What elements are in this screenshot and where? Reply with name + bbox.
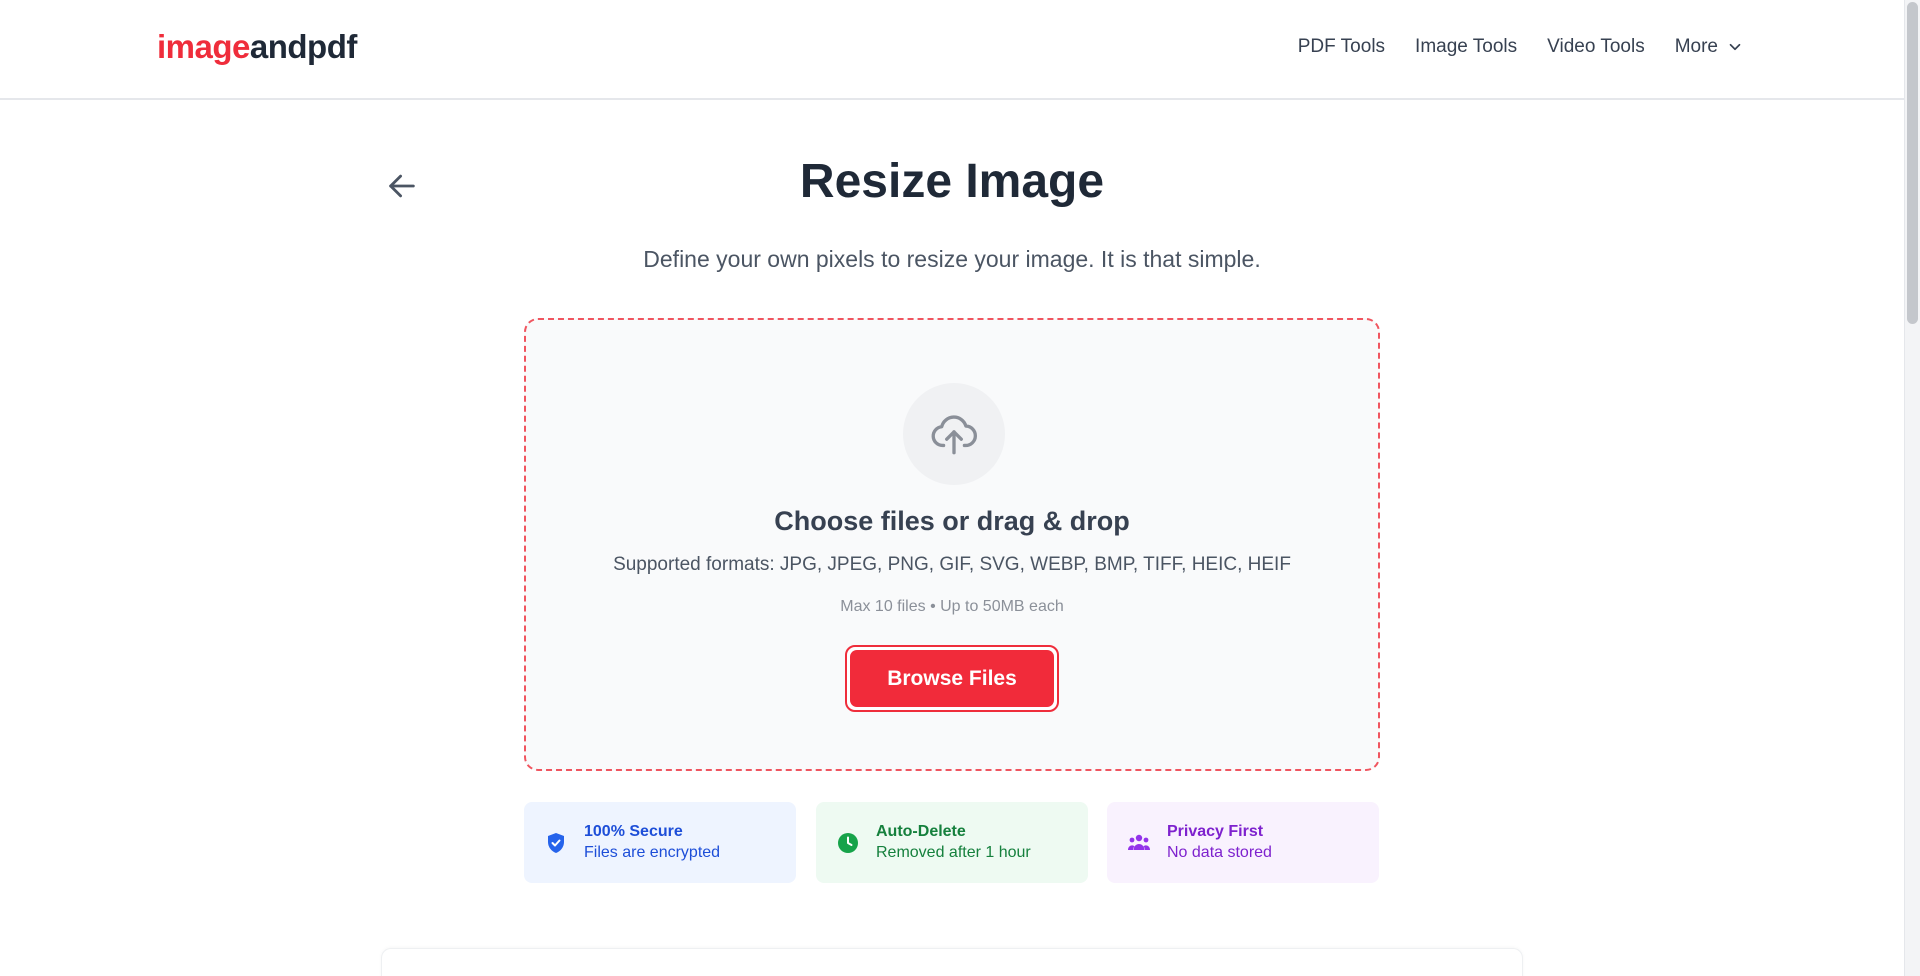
feature-privacy-desc: No data stored <box>1167 844 1272 861</box>
vertical-scrollbar[interactable] <box>1904 0 1920 976</box>
nav-video-tools[interactable]: Video Tools <box>1547 36 1645 58</box>
content-panel-edge <box>381 948 1523 976</box>
feature-auto-delete-desc: Removed after 1 hour <box>876 844 1031 861</box>
chevron-down-icon <box>1729 43 1741 51</box>
nav-pdf-tools[interactable]: PDF Tools <box>1298 36 1385 58</box>
supported-formats: Supported formats: JPG, JPEG, PNG, GIF, … <box>613 554 1291 575</box>
feature-secure: 100% Secure Files are encrypted <box>524 802 796 883</box>
site-logo[interactable]: imageandpdf <box>157 28 357 66</box>
feature-auto-delete: Auto-Delete Removed after 1 hour <box>816 802 1088 883</box>
main-nav: PDF Tools Image Tools Video Tools More <box>1298 36 1744 58</box>
nav-more-label: More <box>1674 36 1718 57</box>
file-dropzone[interactable]: Choose files or drag & drop Supported fo… <box>524 318 1380 771</box>
browse-files-button[interactable]: Browse Files <box>845 645 1059 712</box>
page-title: Resize Image <box>799 155 1105 208</box>
nav-image-tools[interactable]: Image Tools <box>1415 36 1517 58</box>
feature-privacy: Privacy First No data stored <box>1107 802 1379 883</box>
logo-part-image: image <box>157 28 250 65</box>
file-limit-note: Max 10 files • Up to 50MB each <box>840 598 1064 615</box>
users-icon <box>1128 834 1150 850</box>
feature-privacy-title: Privacy First <box>1167 823 1264 840</box>
feature-auto-delete-text: Auto-Delete Removed after 1 hour <box>876 823 1031 862</box>
page: imageandpdf PDF Tools Image Tools Video … <box>0 0 1920 976</box>
page-subtitle: Define your own pixels to resize your im… <box>643 246 1261 272</box>
feature-secure-text: 100% Secure Files are encrypted <box>584 823 720 862</box>
nav-more[interactable]: More <box>1675 36 1744 58</box>
scrollbar-thumb[interactable] <box>1907 2 1918 324</box>
cloud-upload-icon <box>931 415 978 455</box>
dropzone-title: Choose files or drag & drop <box>774 506 1130 536</box>
upload-icon-circle <box>903 383 1005 485</box>
feature-secure-title: 100% Secure <box>584 823 683 840</box>
top-header: imageandpdf PDF Tools Image Tools Video … <box>0 0 1904 100</box>
shield-check-icon <box>548 832 564 853</box>
browse-files-label: Browse Files <box>850 650 1054 707</box>
clock-icon <box>838 832 858 853</box>
feature-auto-delete-title: Auto-Delete <box>876 823 966 840</box>
feature-secure-desc: Files are encrypted <box>584 844 721 861</box>
feature-privacy-text: Privacy First No data stored <box>1167 823 1272 862</box>
logo-part-andpdf: andpdf <box>249 28 357 65</box>
